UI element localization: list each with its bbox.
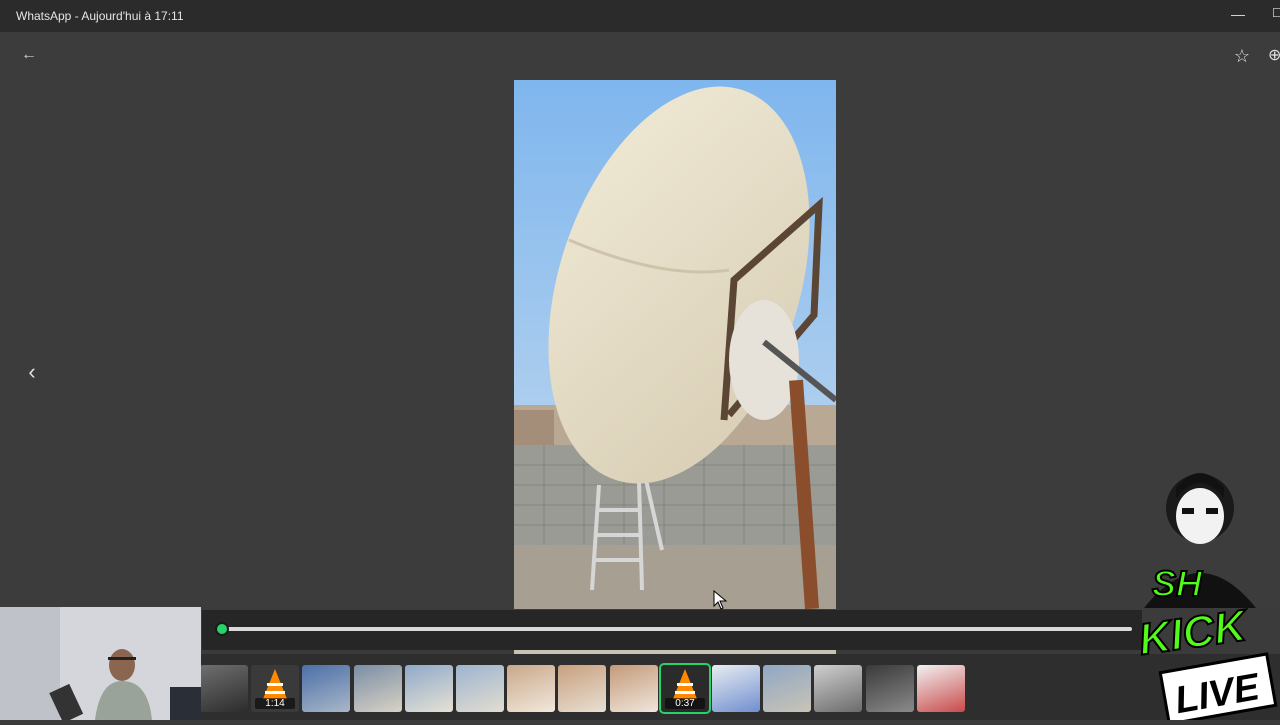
previous-media-button[interactable]: ‹: [20, 358, 44, 386]
video-thumbnail[interactable]: 0:37: [659, 663, 711, 714]
chevron-left-icon: ‹: [28, 359, 36, 384]
star-button[interactable]: ☆: [1230, 44, 1254, 68]
image-thumbnail[interactable]: [917, 665, 965, 712]
seek-track[interactable]: [222, 627, 1132, 631]
mouse-pointer-icon: [713, 590, 728, 610]
video-duration-label: 1:14: [255, 698, 295, 709]
image-thumbnail[interactable]: [456, 665, 504, 712]
image-thumbnail[interactable]: [866, 665, 914, 712]
back-button[interactable]: ←: [18, 44, 40, 66]
webcam-overlay: [0, 607, 201, 720]
image-thumbnail[interactable]: [610, 665, 658, 712]
maximize-button[interactable]: ☐: [1272, 6, 1280, 26]
video-thumbnail[interactable]: 1:14: [251, 665, 299, 712]
video-duration-label: 0:37: [665, 698, 705, 709]
arrow-left-icon: ←: [21, 46, 37, 63]
more-icon: ⊕: [1268, 47, 1280, 64]
image-thumbnail[interactable]: [200, 665, 248, 712]
star-icon: ☆: [1233, 46, 1251, 66]
logo-text-sh: SH: [1152, 563, 1203, 604]
image-thumbnail[interactable]: [507, 665, 555, 712]
stream-logo-overlay: SH KICK LIVE: [1124, 458, 1280, 725]
image-thumbnail[interactable]: [558, 665, 606, 712]
image-thumbnail[interactable]: [814, 665, 862, 712]
streamer-webcam-image: [0, 607, 201, 720]
image-thumbnail[interactable]: [712, 665, 760, 712]
image-thumbnail[interactable]: [354, 665, 402, 712]
video-frame[interactable]: [514, 80, 836, 609]
window-title: WhatsApp - Aujourd'hui à 17:11: [16, 9, 184, 23]
minimize-button[interactable]: —: [1230, 6, 1246, 26]
kick-live-logo: SH KICK LIVE: [1135, 473, 1278, 725]
image-thumbnail[interactable]: [763, 665, 811, 712]
title-bar: WhatsApp - Aujourd'hui à 17:11 — ☐: [0, 0, 1280, 32]
logo-text-kick: KICK: [1136, 601, 1253, 665]
image-thumbnail[interactable]: [405, 665, 453, 712]
satellite-dish-video-image: [514, 80, 836, 609]
image-thumbnail[interactable]: [302, 665, 350, 712]
seek-handle[interactable]: [215, 622, 229, 636]
more-button[interactable]: ⊕: [1268, 44, 1280, 68]
